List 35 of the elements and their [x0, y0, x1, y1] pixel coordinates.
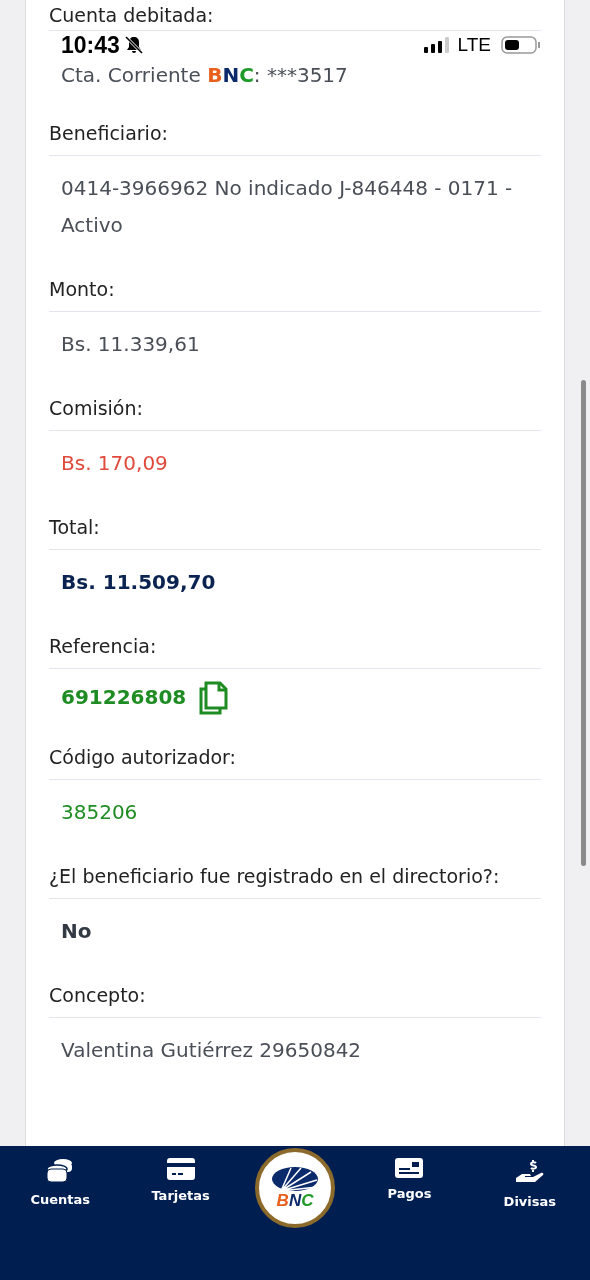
- field-label: Total:: [49, 498, 541, 550]
- nav-tab[interactable]: Cuentas: [0, 1146, 121, 1280]
- nav-tab[interactable]: Pagos: [349, 1146, 470, 1280]
- ticket-icon: [395, 1158, 424, 1178]
- battery-icon: [501, 36, 541, 54]
- bank-logo-button[interactable]: BNC: [255, 1148, 335, 1228]
- status-time: 10:43: [61, 31, 120, 59]
- field-label: Comisión:: [49, 379, 541, 431]
- field-label: Concepto:: [49, 966, 541, 1018]
- field-label: ¿El beneficiario fue registrado en el directorio?:: [49, 847, 541, 899]
- field-value: Valentina Gutiérrez 29650842: [60, 1037, 363, 1064]
- field-label: Monto:: [49, 260, 541, 312]
- field-value: 385206: [60, 799, 139, 826]
- globe-rays-icon: [271, 1166, 319, 1192]
- field-value: No: [60, 918, 93, 945]
- network-label: LTE: [457, 34, 491, 56]
- coins-icon: [46, 1158, 75, 1184]
- field-label: Cuenta debitada:: [49, 0, 541, 31]
- signal-icon: [423, 37, 450, 53]
- nav-tab[interactable]: Divisas: [469, 1146, 590, 1280]
- field-value: Bs. 11.509,70: [60, 569, 217, 596]
- field-label: Código autorizador:: [49, 728, 541, 780]
- scrollbar-thumb[interactable]: [581, 380, 586, 866]
- copy-icon[interactable]: [198, 680, 229, 715]
- field-value: 691226808: [61, 684, 187, 711]
- field-label: Beneficiario:: [49, 104, 541, 156]
- field-value: Cta. Corriente BNC: ***3517: [60, 62, 349, 89]
- nav-tab[interactable]: Tarjetas: [120, 1146, 241, 1280]
- field-value: 0414-3966962 No indicado J-846448 - 0171 - Activo: [60, 175, 514, 239]
- field-label: Referencia:: [49, 617, 541, 669]
- field-value: Bs. 170,09: [60, 450, 169, 477]
- field-value: Bs. 11.339,61: [60, 331, 201, 358]
- bank-logo-text: BNC: [276, 1192, 314, 1210]
- card-icon: [166, 1158, 195, 1180]
- bell-muted-icon: [123, 35, 144, 55]
